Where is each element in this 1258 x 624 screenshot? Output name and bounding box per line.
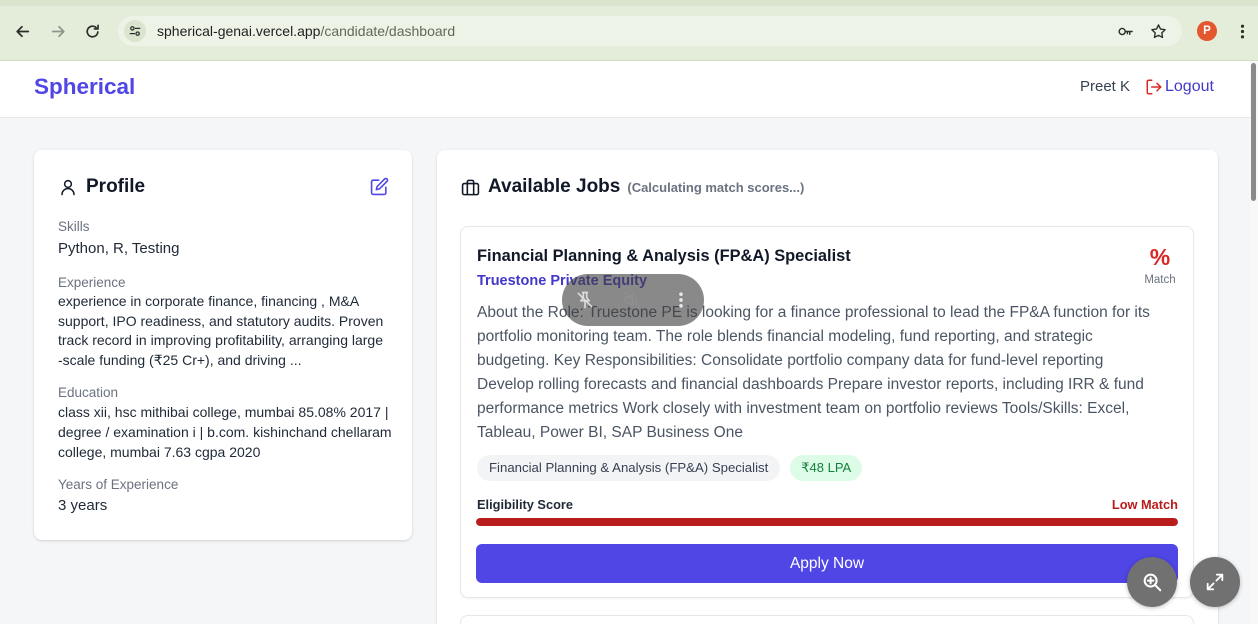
eligibility-row: Eligibility Score Low Match <box>477 496 1178 514</box>
logout-button[interactable]: Logout <box>1145 75 1214 99</box>
job-card[interactable] <box>460 615 1194 624</box>
profile-card: Profile Skills Python, R, Testing Experi… <box>34 150 412 540</box>
bookmark-star-icon[interactable] <box>1148 21 1168 41</box>
match-score: % Match <box>1141 244 1179 288</box>
years-label: Years of Experience <box>58 477 179 492</box>
expand-button[interactable] <box>1190 557 1240 607</box>
skills-label: Skills <box>58 219 90 234</box>
back-arrow-icon[interactable] <box>10 19 34 43</box>
address-bar[interactable]: spherical-genai.vercel.app/candidate/das… <box>118 16 1182 46</box>
brand-logo[interactable]: Spherical <box>34 72 135 102</box>
more-vertical-icon[interactable] <box>671 290 691 310</box>
experience-line: track record in improving profitability,… <box>58 332 383 349</box>
salary-badge: ₹48 LPA <box>790 455 863 481</box>
browser-toolbar: spherical-genai.vercel.app/candidate/das… <box>0 0 1258 61</box>
years-value: 3 years <box>58 497 108 514</box>
logout-label: Logout <box>1165 78 1214 95</box>
job-description-line: portfolio monitoring team. The role blen… <box>477 328 1093 345</box>
video-overlay-controls <box>562 274 704 326</box>
job-title[interactable]: Financial Planning & Analysis (FP&A) Spe… <box>477 244 851 268</box>
education-line: college, mumbai 7.63 cgpa 2020 <box>58 444 261 460</box>
zoom-in-button[interactable] <box>1127 557 1177 607</box>
password-key-icon[interactable] <box>1115 21 1135 41</box>
user-name: Preet K <box>1080 78 1131 95</box>
jobs-title: Available Jobs <box>488 176 621 197</box>
eligibility-status: Low Match <box>1111 497 1178 512</box>
education-line: degree / examination i | b.com. kishinch… <box>58 424 392 440</box>
job-description-line: performance metrics Work closely with in… <box>477 400 1130 417</box>
pin-off-icon[interactable] <box>575 290 595 310</box>
jobs-panel: Available Jobs (Calculating match scores… <box>437 150 1218 624</box>
eligibility-label: Eligibility Score <box>477 497 574 512</box>
education-line: class xii, hsc mithibai college, mumbai … <box>58 404 389 420</box>
match-label: Match <box>1144 274 1176 286</box>
zoom-in-icon <box>1143 573 1162 592</box>
edit-icon[interactable] <box>370 177 389 196</box>
education-label: Education <box>58 385 119 400</box>
job-description-line: Develop rolling forecasts and financial … <box>477 376 1144 393</box>
briefcase-icon <box>461 178 480 197</box>
job-role-tag: Financial Planning & Analysis (FP&A) Spe… <box>477 455 781 481</box>
expand-icon <box>1206 573 1224 591</box>
apply-now-button[interactable]: Apply Now <box>476 544 1178 583</box>
page-scrollbar-thumb[interactable] <box>1251 63 1256 201</box>
experience-line: -scale funding (₹25 Cr+), and driving ..… <box>58 352 302 369</box>
browser-menu-icon[interactable] <box>1230 19 1254 43</box>
experience-line: experience in corporate finance, financi… <box>58 293 360 309</box>
reload-icon[interactable] <box>80 19 104 43</box>
experience-value: experience in corporate finance, financi… <box>58 292 383 371</box>
url-text[interactable]: spherical-genai.vercel.app/candidate/das… <box>157 16 455 46</box>
browser-profile-avatar[interactable]: P <box>1197 21 1217 41</box>
mute-icon[interactable] <box>622 290 642 310</box>
education-value: class xii, hsc mithibai college, mumbai … <box>58 402 392 462</box>
match-percent: % <box>1149 244 1171 270</box>
eligibility-progress-fill <box>476 518 1178 526</box>
profile-title: Profile <box>86 176 146 197</box>
logout-icon <box>1146 79 1162 95</box>
app-header: Spherical Preet K Logout <box>0 61 1250 118</box>
eligibility-progress-bar <box>476 518 1178 526</box>
url-path: /candidate/dashboard <box>320 23 456 39</box>
job-description-line: Tableau, Power BI, SAP Business One <box>477 424 743 441</box>
jobs-heading: Available Jobs (Calculating match scores… <box>488 175 804 199</box>
skills-value: Python, R, Testing <box>58 240 180 257</box>
match-score-status: (Calculating match scores...) <box>627 180 805 195</box>
experience-line: support, IPO readiness, and statutory au… <box>58 312 384 329</box>
experience-label: Experience <box>58 275 126 290</box>
site-settings-icon[interactable] <box>124 20 146 42</box>
user-icon <box>59 178 77 196</box>
url-host: spherical-genai.vercel.app <box>157 23 321 39</box>
job-description-line: budgeting. Key Responsibilities: Consoli… <box>477 352 1104 369</box>
job-tags: Financial Planning & Analysis (FP&A) Spe… <box>477 455 863 481</box>
forward-arrow-icon[interactable] <box>46 19 70 43</box>
